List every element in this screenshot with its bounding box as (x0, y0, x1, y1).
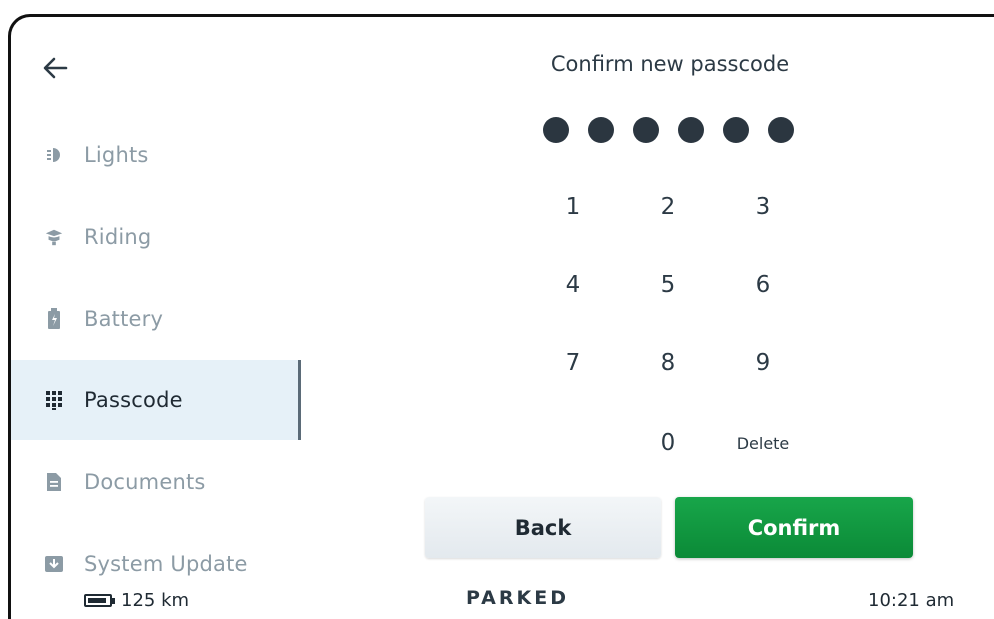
sidebar-item-label: Documents (84, 470, 206, 494)
sidebar-item-lights[interactable]: Lights (11, 115, 301, 195)
confirm-button[interactable]: Confirm (675, 497, 913, 558)
range-indicator: 125 km (84, 590, 189, 611)
sidebar-item-label: Riding (84, 225, 152, 249)
passcode-dot (678, 117, 704, 143)
battery-icon (44, 308, 64, 329)
keypad-key-2[interactable]: 2 (638, 187, 698, 227)
keypad-key-5[interactable]: 5 (638, 265, 698, 305)
vehicle-state: PARKED (466, 587, 569, 609)
delete-button[interactable]: Delete (723, 423, 803, 463)
keypad-key-6[interactable]: 6 (733, 265, 793, 305)
passcode-dot (723, 117, 749, 143)
sidebar-item-label: Passcode (84, 388, 183, 412)
passcode-dot (633, 117, 659, 143)
back-button[interactable]: Back (425, 497, 661, 558)
keypad-key-0[interactable]: 0 (638, 423, 698, 463)
keypad-key-7[interactable]: 7 (543, 343, 603, 383)
keypad-key-4[interactable]: 4 (543, 265, 603, 305)
keypad-key-3[interactable]: 3 (733, 187, 793, 227)
sidebar-item-label: Battery (84, 307, 164, 331)
passcode-dot (588, 117, 614, 143)
keypad-key-1[interactable]: 1 (543, 187, 603, 227)
keypad-key-9[interactable]: 9 (733, 343, 793, 383)
battery-level-icon (84, 594, 112, 607)
sidebar-item-label: System Update (84, 552, 248, 576)
document-icon (44, 472, 64, 492)
passcode-dots (543, 117, 794, 143)
page-title: Confirm new passcode (550, 52, 790, 76)
passcode-dot (543, 117, 569, 143)
back-arrow-icon[interactable] (40, 54, 70, 82)
download-icon (44, 554, 64, 574)
sidebar-item-battery[interactable]: Battery (11, 279, 301, 359)
keypad-key-8[interactable]: 8 (638, 343, 698, 383)
battery-tip (112, 597, 115, 604)
range-value: 125 km (121, 590, 190, 611)
keypad-icon (44, 390, 64, 410)
passcode-dot (768, 117, 794, 143)
clock: 10:21 am (868, 590, 955, 611)
sidebar-item-documents[interactable]: Documents (11, 442, 301, 522)
headlight-icon (44, 145, 64, 165)
sidebar-item-label: Lights (84, 143, 149, 167)
sidebar-item-riding[interactable]: Riding (11, 197, 301, 277)
sidebar-item-passcode[interactable]: Passcode (11, 360, 301, 440)
rider-icon (44, 227, 64, 247)
